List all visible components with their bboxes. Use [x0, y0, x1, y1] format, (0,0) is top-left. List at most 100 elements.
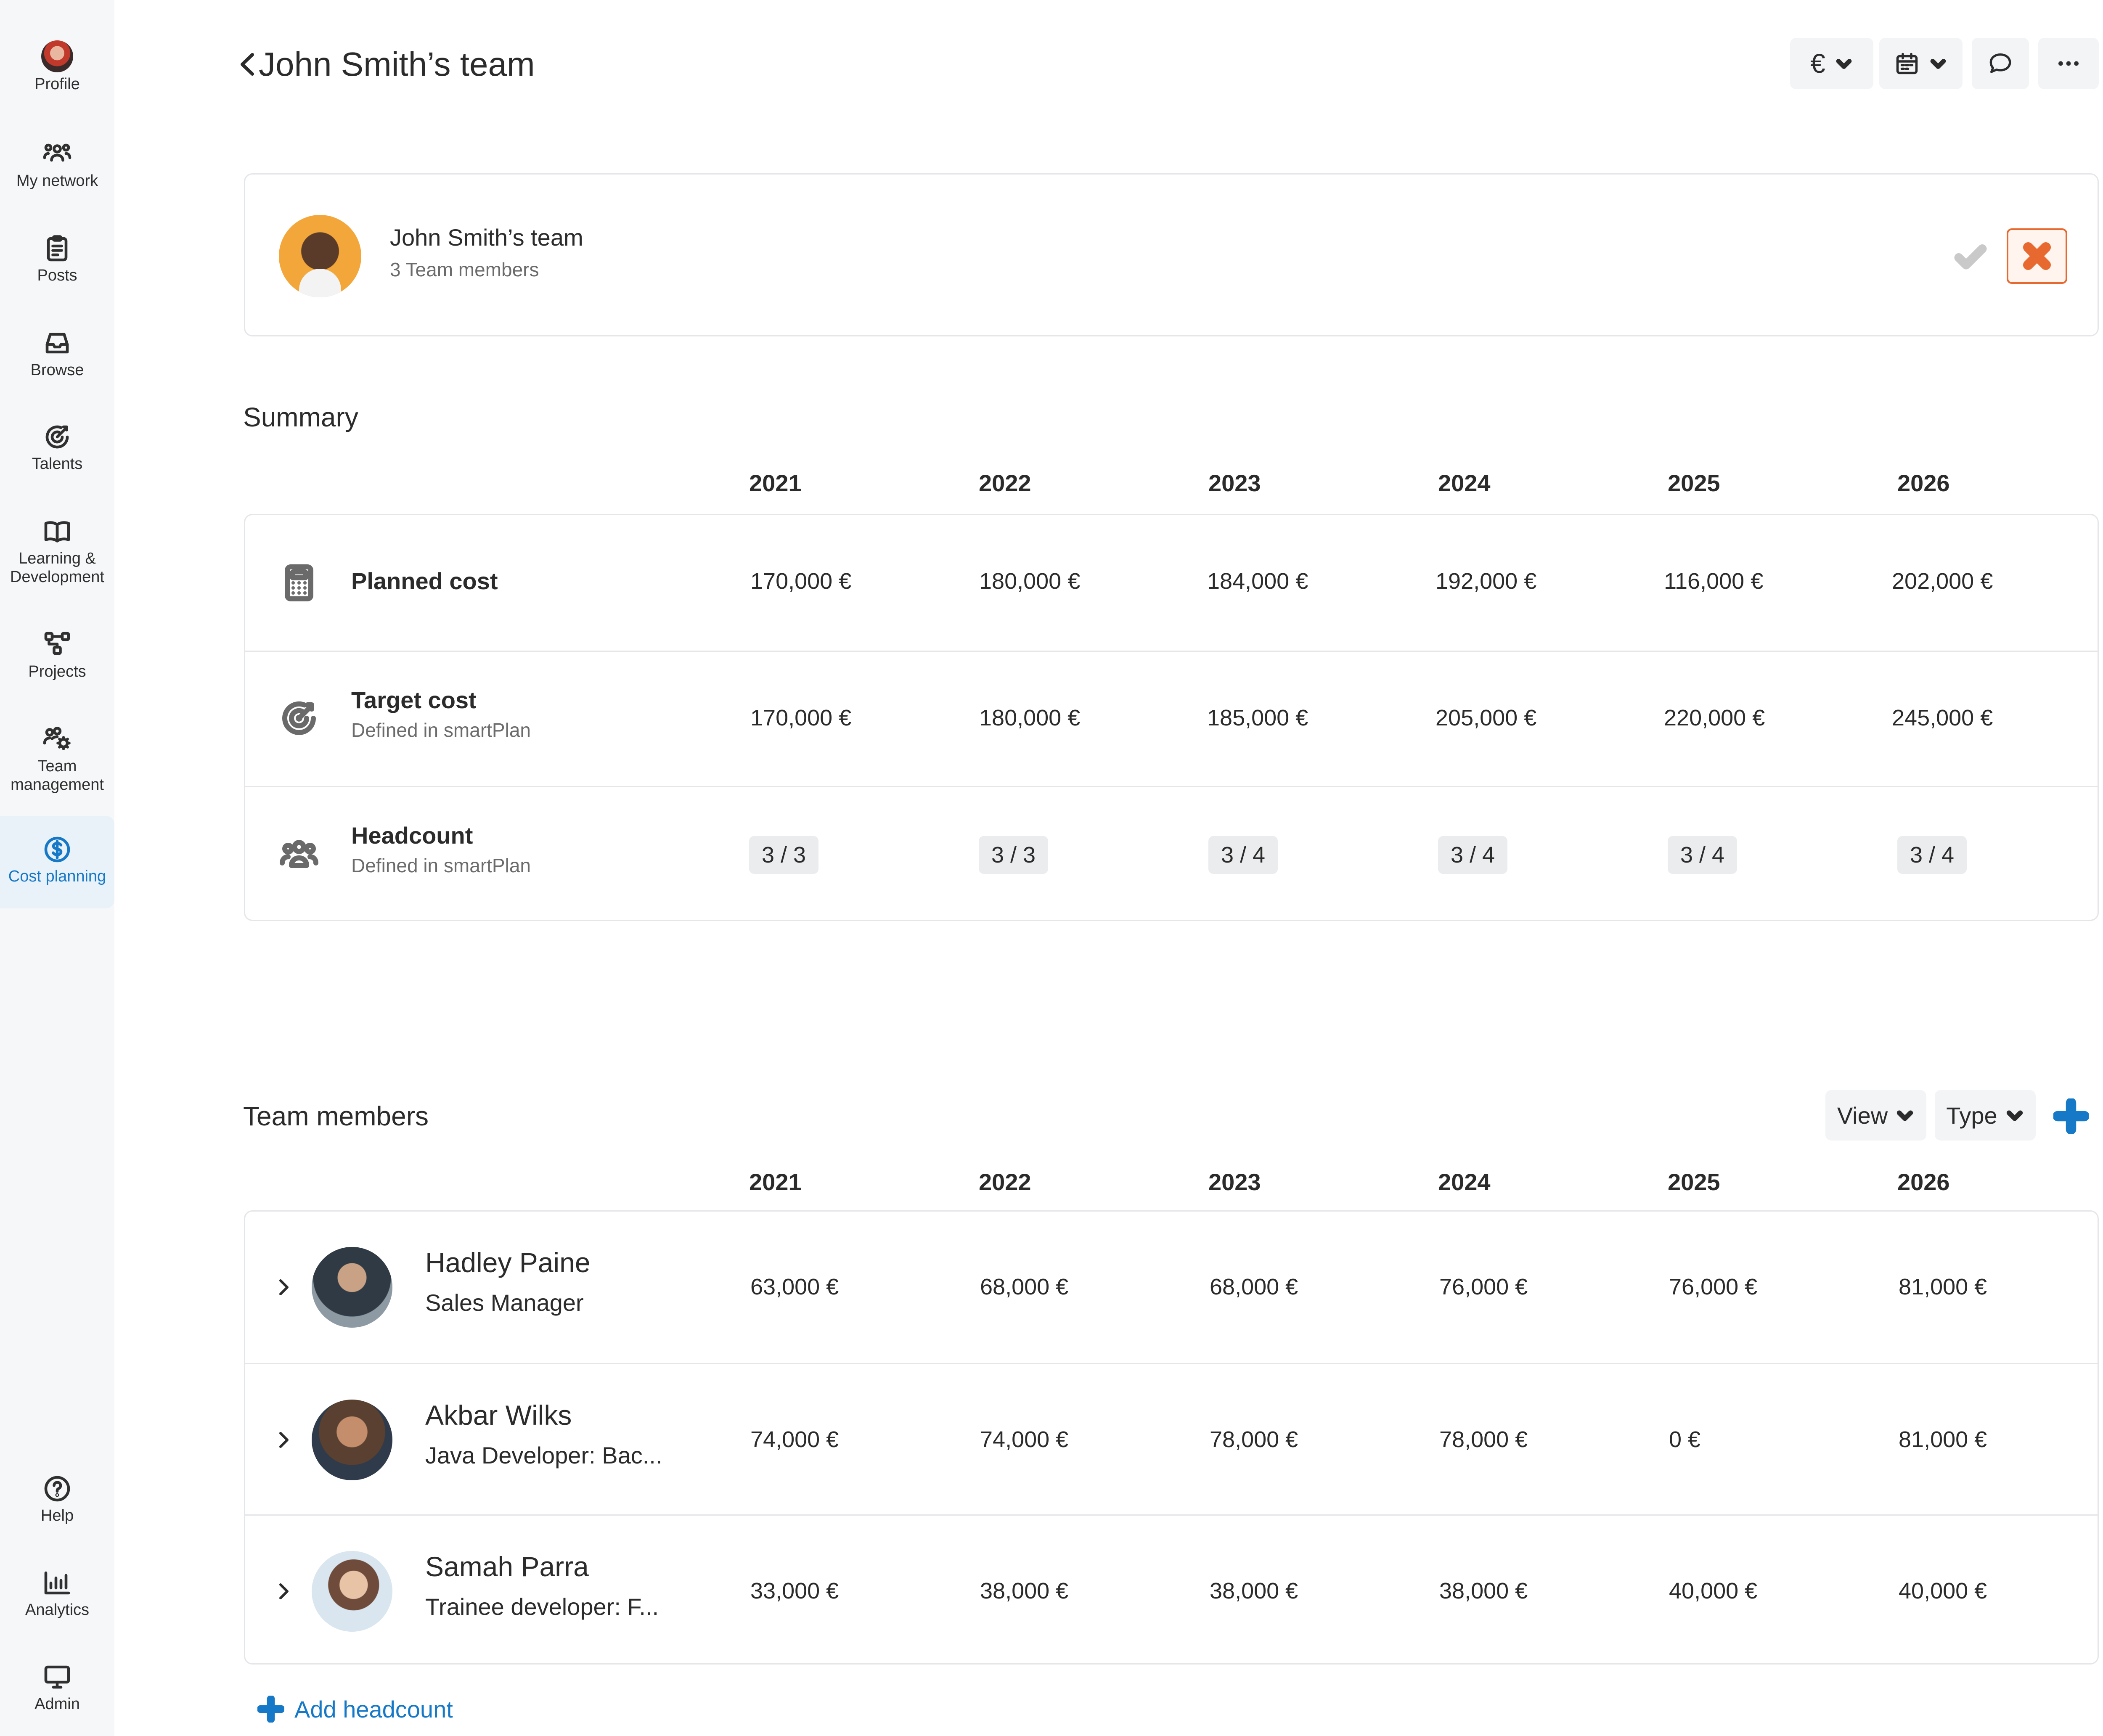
cost-cell: 170,000 €: [750, 569, 852, 594]
cost-cell: 205,000 €: [1436, 705, 1537, 730]
headcount-pill: 3 / 4: [1438, 836, 1508, 874]
view-label: View: [1837, 1102, 1888, 1129]
year-header: 2024: [1438, 470, 1491, 496]
dollar-circle-icon: [44, 836, 70, 863]
confirm-button[interactable]: [1953, 238, 1988, 274]
type-select[interactable]: Type: [1935, 1090, 2036, 1141]
sidebar-item-label: Talents: [32, 455, 83, 473]
help-icon: [44, 1476, 70, 1502]
row-subtitle: Defined in smartPlan: [351, 719, 531, 741]
year-header: 2025: [1668, 470, 1720, 496]
cost-cell: 0 €: [1669, 1427, 1701, 1452]
team-card: John Smith’s team 3 Team members: [244, 173, 2099, 336]
sidebar-item-admin[interactable]: Admin: [0, 1662, 114, 1713]
cost-cell: 40,000 €: [1669, 1578, 1758, 1604]
cost-cell: 202,000 €: [1892, 569, 1993, 594]
summary-table: Planned cost 170,000 € 180,000 € 184,000…: [244, 514, 2099, 921]
cost-cell: 220,000 €: [1664, 705, 1765, 730]
year-header: 2026: [1897, 1169, 1950, 1195]
cost-cell: 63,000 €: [750, 1274, 839, 1299]
table-row: Hadley Paine Sales Manager 63,000 € 68,0…: [245, 1212, 2098, 1363]
member-role: Trainee developer: F...: [425, 1593, 659, 1620]
table-row: Akbar Wilks Java Developer: Bac... 74,00…: [245, 1363, 2098, 1514]
cost-cell: 38,000 €: [1210, 1578, 1298, 1604]
chevron-down-icon: [1930, 59, 1946, 69]
back-button[interactable]: [236, 45, 259, 83]
sidebar: Profile My network Posts Browse Talents …: [0, 0, 114, 1736]
page-title: John Smith’s team: [259, 45, 535, 83]
cost-cell: 170,000 €: [750, 705, 852, 730]
sidebar-item-label: Posts: [37, 267, 77, 284]
sidebar-item-label: Team management: [11, 757, 104, 794]
sidebar-item-my-network[interactable]: My network: [0, 139, 114, 190]
sidebar-item-label: Help: [40, 1507, 74, 1524]
headcount-pill: 3 / 4: [1897, 836, 1967, 874]
cost-cell: 78,000 €: [1439, 1427, 1528, 1452]
currency-select[interactable]: €: [1790, 38, 1873, 89]
member-name: Hadley Paine: [425, 1247, 591, 1278]
comment-icon: [1989, 53, 2011, 73]
sidebar-item-label: Learning & Development: [10, 550, 104, 586]
expand-row-button[interactable]: [270, 1423, 297, 1457]
book-icon: [44, 521, 70, 542]
comments-button[interactable]: [1972, 38, 2029, 89]
sidebar-item-profile[interactable]: Profile: [0, 40, 114, 93]
cost-cell: 81,000 €: [1899, 1274, 1987, 1299]
summary-row-headcount: Headcount Defined in smartPlan 3 / 3 3 /…: [245, 786, 2098, 921]
year-header: 2022: [979, 1169, 1031, 1195]
check-icon: [1954, 244, 1987, 270]
clipboard-icon: [47, 235, 68, 262]
member-name: Akbar Wilks: [425, 1400, 572, 1431]
add-headcount-button[interactable]: Add headcount: [257, 1692, 453, 1726]
network-icon: [43, 143, 72, 162]
sidebar-item-analytics[interactable]: Analytics: [0, 1568, 114, 1619]
projects-icon: [44, 632, 70, 655]
cost-cell: 40,000 €: [1899, 1578, 1987, 1604]
sidebar-item-label: Admin: [34, 1695, 80, 1713]
year-header: 2021: [749, 470, 802, 496]
sidebar-item-cost-planning[interactable]: Cost planning: [0, 816, 114, 908]
date-select[interactable]: [1879, 38, 1963, 89]
avatar: [312, 1247, 392, 1328]
close-icon: [2023, 242, 2051, 270]
year-header: 2022: [979, 470, 1031, 496]
cost-cell: 192,000 €: [1436, 569, 1537, 594]
people-icon: [279, 834, 319, 874]
team-gear-icon: [43, 727, 71, 750]
cost-cell: 185,000 €: [1207, 705, 1308, 730]
sidebar-item-team-management[interactable]: Team management: [0, 724, 114, 794]
analytics-icon: [44, 1571, 70, 1595]
cost-cell: 68,000 €: [1210, 1274, 1298, 1299]
plus-icon: [257, 1696, 284, 1723]
sidebar-item-talents[interactable]: Talents: [0, 422, 114, 473]
year-header: 2023: [1208, 1169, 1261, 1195]
cost-cell: 38,000 €: [980, 1578, 1069, 1604]
sidebar-item-learning[interactable]: Learning & Development: [0, 516, 114, 586]
plus-icon: [2053, 1098, 2090, 1135]
sidebar-item-browse[interactable]: Browse: [0, 328, 114, 379]
cost-cell: 76,000 €: [1439, 1274, 1528, 1299]
cost-cell: 180,000 €: [979, 569, 1081, 594]
chevron-down-icon: [2006, 1110, 2023, 1121]
chevron-right-icon: [279, 1279, 289, 1295]
add-member-button[interactable]: [2053, 1098, 2090, 1135]
sidebar-item-projects[interactable]: Projects: [0, 630, 114, 681]
sidebar-item-help[interactable]: Help: [0, 1474, 114, 1525]
year-header: 2024: [1438, 1169, 1491, 1195]
sidebar-item-posts[interactable]: Posts: [0, 233, 114, 285]
expand-row-button[interactable]: [270, 1575, 297, 1608]
view-select[interactable]: View: [1825, 1090, 1926, 1141]
cost-cell: 116,000 €: [1664, 569, 1764, 594]
sidebar-item-label: Cost planning: [8, 868, 106, 885]
more-options-button[interactable]: [2038, 38, 2099, 89]
sidebar-item-label: My network: [16, 172, 98, 190]
sidebar-item-label: Profile: [34, 75, 80, 93]
team-lead-avatar: [279, 215, 361, 297]
table-row: Samah Parra Trainee developer: F... 33,0…: [245, 1514, 2098, 1666]
chevron-down-icon: [1897, 1110, 1913, 1121]
expand-row-button[interactable]: [270, 1270, 297, 1304]
headcount-pill: 3 / 4: [1208, 836, 1278, 874]
cancel-button[interactable]: [2007, 228, 2067, 284]
year-header: 2025: [1668, 1169, 1720, 1195]
currency-symbol: €: [1810, 48, 1825, 79]
